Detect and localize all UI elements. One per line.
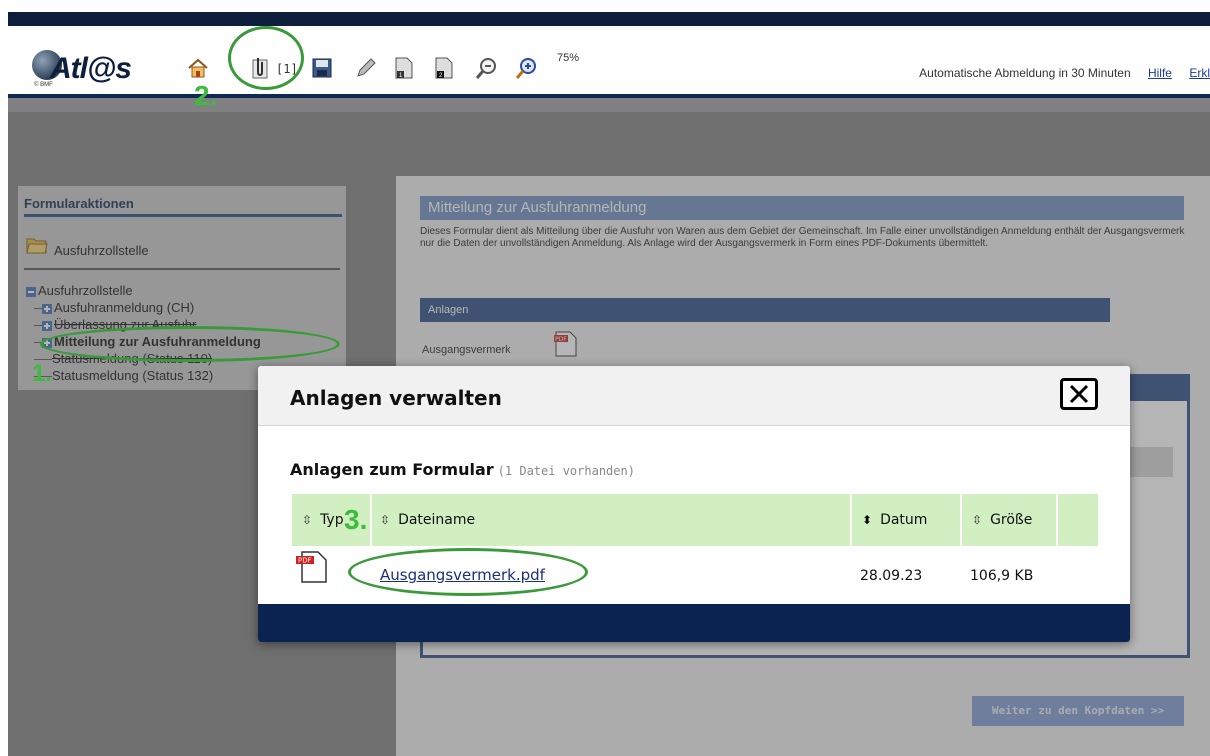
- column-header-label: Dateiname: [398, 512, 476, 528]
- home-icon[interactable]: [186, 56, 210, 80]
- logo-subtext: © BMF: [34, 82, 53, 88]
- page-1-icon[interactable]: 1: [392, 56, 416, 80]
- page-2-icon[interactable]: 2: [432, 56, 456, 80]
- modal-subtitle: Anlagen zum Formular (1 Datei vorhanden): [290, 460, 635, 479]
- paperclip-icon[interactable]: [248, 56, 272, 80]
- sort-icon: ⇳: [380, 513, 391, 527]
- column-header-date[interactable]: ⬍ Datum: [852, 494, 962, 546]
- zoom-in-icon[interactable]: [514, 56, 538, 80]
- annotation-step-1: 1.: [32, 360, 53, 387]
- column-header-label: Typ: [320, 512, 344, 528]
- attachment-size: 106,9 KB: [970, 568, 1034, 584]
- sort-icon: ⇳: [302, 513, 313, 527]
- annotation-step-2: 2.: [194, 80, 218, 111]
- attachment-count: [1]: [276, 62, 298, 76]
- sort-icon: ⇳: [972, 513, 983, 527]
- svg-text:PDF: PDF: [298, 557, 312, 565]
- attachment-date: 28.09.23: [860, 568, 923, 584]
- top-bar: Atl@s © BMF [1] 1 2 75% Automatische Abm…: [8, 12, 1210, 98]
- annotation-step-3: 3.: [344, 504, 368, 535]
- column-header-filename[interactable]: ⇳ Dateiname: [372, 494, 852, 546]
- column-header-label: Größe: [990, 512, 1033, 528]
- close-button[interactable]: [1060, 378, 1098, 410]
- logo-text: Atl@s: [50, 52, 132, 85]
- modal-footer: [258, 604, 1130, 642]
- zoom-level: 75%: [557, 52, 580, 64]
- table-header: ⇳ Typ ⇳ Dateiname ⬍ Datum ⇳ Größe: [292, 494, 1098, 546]
- save-icon[interactable]: [310, 56, 334, 80]
- close-icon: [1069, 384, 1089, 404]
- zoom-out-icon[interactable]: [474, 56, 498, 80]
- help-link[interactable]: Hilfe: [1148, 66, 1172, 80]
- pdf-icon[interactable]: PDF: [294, 550, 328, 588]
- modal-header: Anlagen verwalten: [258, 366, 1130, 426]
- column-header-size[interactable]: ⇳ Größe: [962, 494, 1058, 546]
- attachment-file-link[interactable]: Ausgangsvermerk.pdf: [380, 566, 545, 584]
- top-right-links: Automatische Abmeldung in 30 Minuten Hil…: [919, 66, 1210, 80]
- sort-active-icon: ⬍: [862, 513, 873, 527]
- explain-link[interactable]: Erkl: [1189, 66, 1210, 80]
- subtitle-text: Anlagen zum Formular: [290, 460, 494, 479]
- file-count: (1 Datei vorhanden): [497, 464, 635, 478]
- column-header-label: Datum: [880, 512, 928, 528]
- logout-timer: Automatische Abmeldung in 30 Minuten: [919, 66, 1131, 80]
- atlas-logo[interactable]: Atl@s © BMF: [30, 46, 142, 90]
- manage-attachments-modal: Anlagen verwalten Anlagen zum Formular (1…: [258, 366, 1130, 642]
- app-window: Atl@s © BMF [1] 1 2 75% Automatische Abm…: [8, 12, 1210, 756]
- pencil-icon[interactable]: [354, 56, 378, 80]
- modal-title: Anlagen verwalten: [290, 386, 502, 410]
